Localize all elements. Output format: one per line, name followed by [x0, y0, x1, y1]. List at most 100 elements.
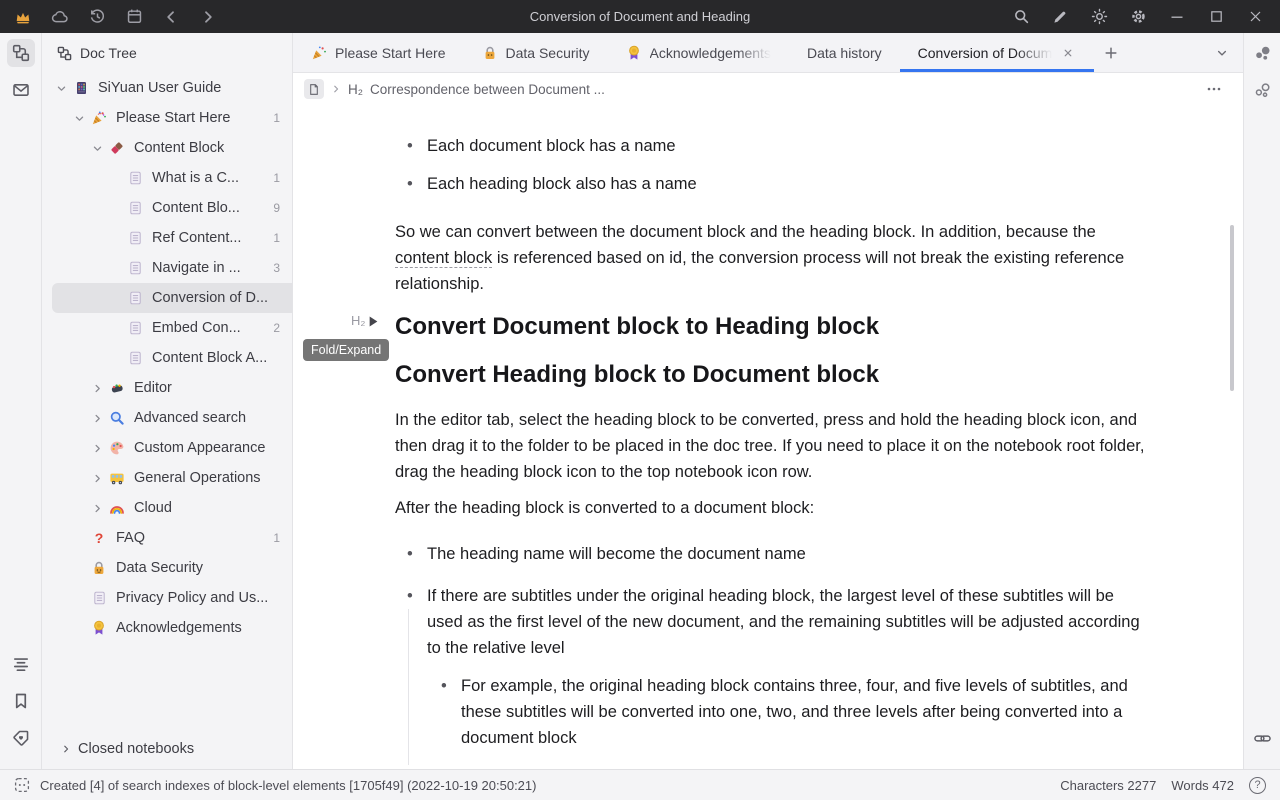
tree-item-doc[interactable]: Please Start Here 1 — [42, 103, 292, 133]
medal-icon — [89, 619, 109, 637]
theme-sun-icon[interactable] — [1090, 8, 1108, 26]
dock-tag-button[interactable] — [7, 724, 35, 752]
dock-backlinks-button[interactable] — [1248, 39, 1276, 67]
settings-gear-icon[interactable] — [1129, 8, 1147, 26]
chevron-right-icon[interactable] — [88, 499, 106, 517]
doc-tree-icon — [57, 46, 72, 61]
paragraph[interactable]: In the editor tab, select the heading bl… — [395, 407, 1147, 485]
doc-tree-panel: Doc Tree SiYuan User Guide Please Start … — [42, 33, 293, 769]
block-ref-link[interactable]: content block — [395, 249, 492, 268]
tab-close-icon[interactable] — [1060, 45, 1076, 61]
fold-expand-tooltip: Fold/Expand — [303, 339, 389, 361]
history-icon[interactable] — [88, 8, 106, 26]
editor-content: Each document block has a name Each head… — [293, 105, 1243, 769]
chevron-right-icon[interactable] — [88, 379, 106, 397]
daily-note-calendar-icon[interactable] — [125, 8, 143, 26]
dock-inbox-button[interactable] — [7, 76, 35, 104]
chevron-right-icon — [61, 744, 71, 754]
list-item[interactable]: Each document block has a name — [395, 133, 1147, 159]
scrollbar-thumb[interactable] — [1230, 225, 1234, 391]
tree-item-doc[interactable]: Navigate in ... 3 — [42, 253, 292, 283]
paragraph[interactable]: After the heading block is converted to … — [395, 495, 1147, 521]
siyuan-window: Conversion of Document and Heading Doc T… — [0, 0, 1280, 800]
maximize-icon[interactable] — [1207, 8, 1225, 26]
chevron-right-icon[interactable] — [88, 409, 106, 427]
minimize-icon[interactable] — [1168, 8, 1186, 26]
list-item[interactable]: For example, the original heading block … — [427, 673, 1147, 751]
tree-item-doc[interactable]: Content Block — [42, 133, 292, 163]
magnifier-icon — [107, 409, 127, 427]
tree-item-doc[interactable]: Ref Content... 1 — [42, 223, 292, 253]
editor-pane: Please Start Here Data Security Acknowle… — [293, 33, 1243, 769]
tab-acknowledgements[interactable]: Acknowledgements — [608, 33, 789, 72]
paragraph[interactable]: So we can convert between the document b… — [395, 219, 1147, 297]
document-icon — [125, 289, 145, 307]
search-icon[interactable] — [1012, 8, 1030, 26]
tree-item-doc[interactable]: ? FAQ 1 — [42, 523, 292, 553]
sync-cloud-icon[interactable] — [51, 8, 69, 26]
tree-item-doc[interactable]: Acknowledgements — [42, 613, 292, 643]
breadcrumb-heading-tag[interactable]: H₂ — [348, 82, 363, 97]
breadcrumb: H₂ Correspondence between Document ... — [293, 73, 1243, 105]
heading-gutter-handle[interactable]: H₂ — [351, 308, 378, 334]
close-icon[interactable] — [1246, 8, 1264, 26]
closed-notebooks-toggle[interactable]: Closed notebooks — [42, 734, 292, 764]
editor-icon — [107, 379, 127, 397]
dock-bookmark-button[interactable] — [7, 687, 35, 715]
chevron-right-icon[interactable] — [88, 439, 106, 457]
workspace-crown-icon[interactable] — [14, 8, 32, 26]
tree-item-doc[interactable]: Content Block A... — [42, 343, 292, 373]
breadcrumb-heading-title[interactable]: Correspondence between Document ... — [370, 82, 605, 97]
list-item[interactable]: The heading name will become the documen… — [395, 541, 1147, 567]
forward-icon[interactable] — [199, 8, 217, 26]
document-icon — [125, 319, 145, 337]
dock-outline-button[interactable] — [7, 650, 35, 678]
list-item[interactable]: Each heading block also has a name — [395, 171, 1147, 197]
chevron-down-icon[interactable] — [52, 79, 70, 97]
dock-graph-button[interactable] — [1248, 76, 1276, 104]
tree-item-doc[interactable]: Content Blo... 9 — [42, 193, 292, 223]
tab-conversion-active[interactable]: Conversion of Docum — [900, 33, 1095, 72]
lock-icon — [482, 45, 498, 61]
tab-data-security[interactable]: Data Security — [464, 33, 608, 72]
party-popper-icon — [311, 45, 327, 61]
heading-convert-heading-to-doc[interactable]: Convert Heading block to Document block — [395, 359, 1147, 391]
tree-item-notebook[interactable]: SiYuan User Guide — [42, 73, 292, 103]
more-options-icon[interactable] — [1203, 78, 1225, 100]
tree-item-doc[interactable]: Data Security — [42, 553, 292, 583]
help-icon[interactable]: ? — [1249, 777, 1266, 794]
chevron-right-icon[interactable] — [88, 469, 106, 487]
new-tab-button[interactable] — [1094, 33, 1128, 72]
edit-pencil-icon[interactable] — [1051, 8, 1069, 26]
chevron-down-icon[interactable] — [88, 139, 106, 157]
dock-link-button[interactable] — [1248, 724, 1276, 752]
question-mark-icon: ? — [89, 529, 109, 547]
back-icon[interactable] — [162, 8, 180, 26]
list-item[interactable]: If there are subtitles under the origina… — [395, 583, 1147, 751]
tree-item-doc[interactable]: Privacy Policy and Us... — [42, 583, 292, 613]
tree-item-doc[interactable]: Cloud — [42, 493, 292, 523]
document-icon — [125, 349, 145, 367]
tab-please-start-here[interactable]: Please Start Here — [293, 33, 464, 72]
tab-data-history[interactable]: Data history — [789, 33, 900, 72]
word-count: Words 472 — [1171, 778, 1234, 793]
bullet-list: Each document block has a name Each head… — [395, 133, 1147, 197]
heading-convert-doc-to-heading[interactable]: Convert Document block to Heading block — [395, 311, 1147, 343]
tab-bar: Please Start Here Data Security Acknowle… — [293, 33, 1243, 73]
tree-item-doc[interactable]: Advanced search — [42, 403, 292, 433]
chevron-down-icon[interactable] — [70, 109, 88, 127]
tree-item-doc[interactable]: Embed Con... 2 — [42, 313, 292, 343]
tree-item-doc[interactable]: Custom Appearance — [42, 433, 292, 463]
breadcrumb-doc-icon[interactable] — [304, 79, 324, 99]
party-popper-icon — [89, 109, 109, 127]
tab-list-menu-button[interactable] — [1205, 33, 1239, 72]
status-task-icon — [14, 777, 30, 793]
dock-file-tree-button[interactable] — [7, 39, 35, 67]
tree-item-doc[interactable]: What is a C... 1 — [42, 163, 292, 193]
notebook-icon — [71, 79, 91, 97]
tree-item-doc-selected[interactable]: Conversion of D... — [52, 283, 292, 313]
title-bar: Conversion of Document and Heading — [0, 0, 1280, 33]
tree-item-doc[interactable]: General Operations — [42, 463, 292, 493]
bullet-list: The heading name will become the documen… — [395, 541, 1147, 751]
tree-item-doc[interactable]: Editor — [42, 373, 292, 403]
